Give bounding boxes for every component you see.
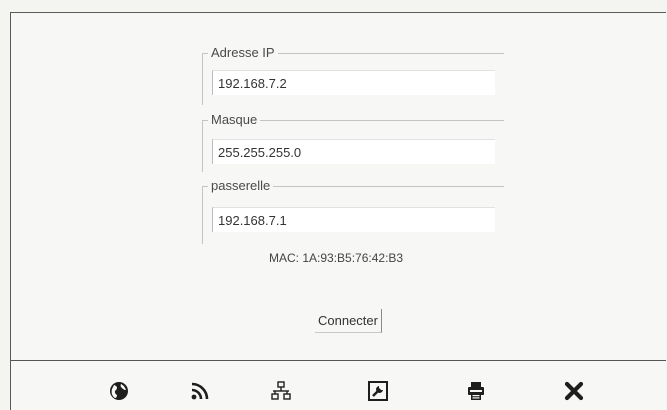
wrench-icon bbox=[368, 381, 388, 401]
network-button[interactable] bbox=[263, 373, 299, 409]
ip-address-group: Adresse IP 192.168.7.2 bbox=[202, 45, 504, 105]
globe-icon bbox=[110, 382, 128, 400]
mask-label: Masque bbox=[208, 112, 261, 128]
gateway-group: passerelle 192.168.7.1 bbox=[202, 178, 504, 244]
globe-button[interactable] bbox=[101, 373, 137, 409]
wifi-icon bbox=[191, 382, 209, 400]
ip-address-field[interactable]: 192.168.7.2 bbox=[212, 70, 495, 95]
printer-icon bbox=[468, 382, 484, 400]
wrench-button[interactable] bbox=[360, 373, 396, 409]
mask-field[interactable]: 255.255.255.0 bbox=[212, 139, 495, 164]
mask-group: Masque 255.255.255.0 bbox=[202, 112, 504, 172]
network-settings-screen: Adresse IP 192.168.7.2 Masque 255.255.25… bbox=[10, 12, 666, 410]
network-icon bbox=[271, 381, 291, 400]
mac-address-text: MAC: 1A:93:B5:76:42:B3 bbox=[269, 251, 404, 265]
gateway-field[interactable]: 192.168.7.1 bbox=[212, 207, 495, 232]
wifi-button[interactable] bbox=[182, 373, 218, 409]
connect-button[interactable]: Connecter bbox=[315, 309, 382, 333]
toolbar-divider bbox=[11, 360, 666, 361]
printer-button[interactable] bbox=[458, 373, 494, 409]
close-icon bbox=[564, 381, 584, 401]
close-button[interactable] bbox=[556, 373, 592, 409]
gateway-label: passerelle bbox=[208, 178, 274, 194]
ip-address-label: Adresse IP bbox=[208, 45, 278, 61]
group-border bbox=[202, 120, 203, 172]
group-border bbox=[202, 53, 203, 105]
bottom-toolbar bbox=[11, 373, 666, 409]
group-border bbox=[202, 186, 203, 244]
